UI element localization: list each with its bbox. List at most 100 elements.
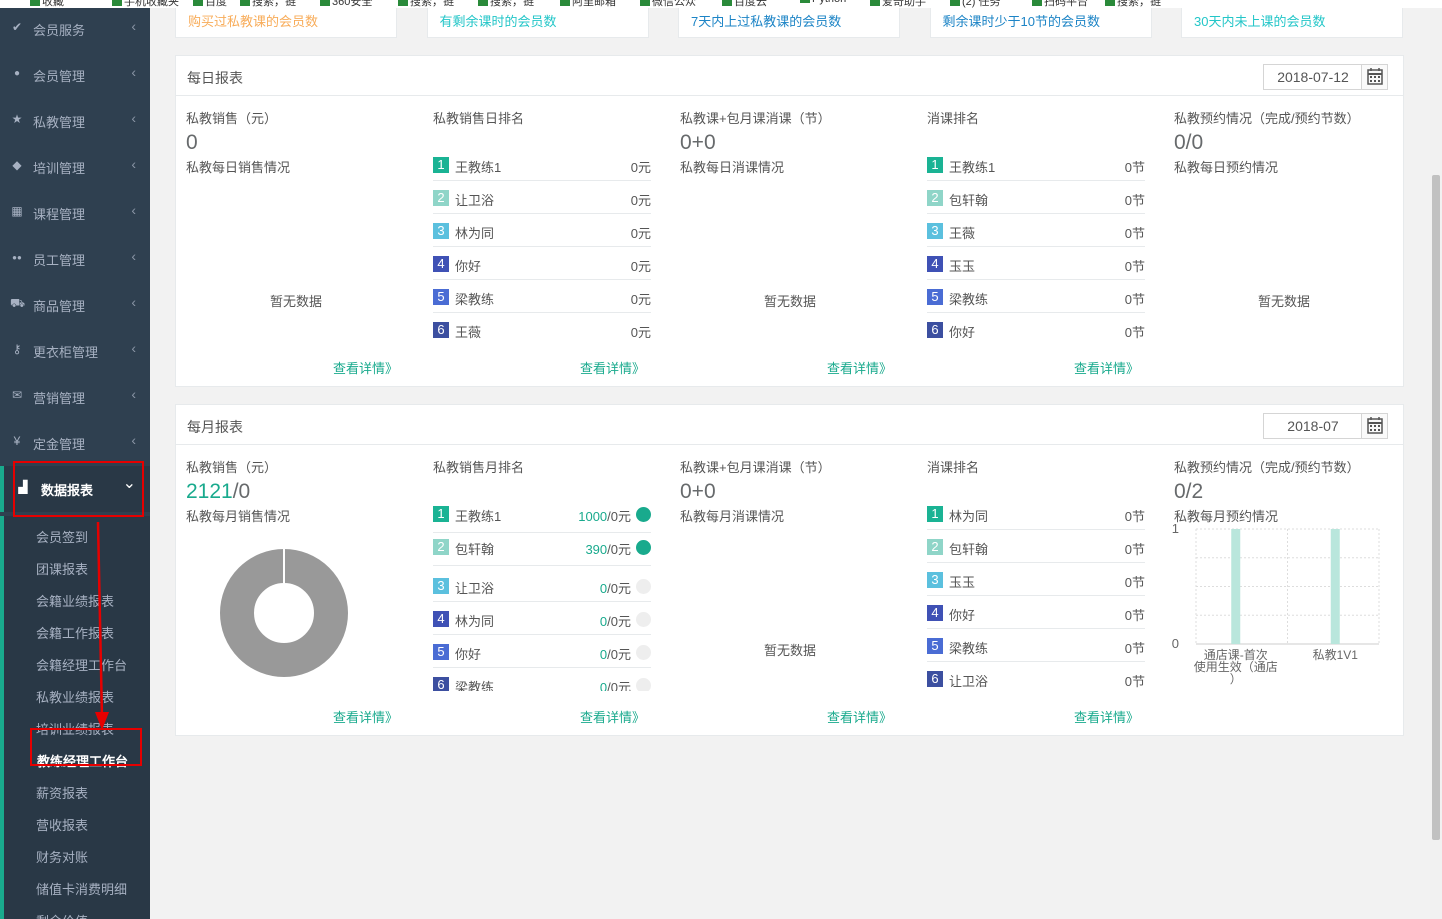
rank-number-badge: 4 [927,256,943,272]
submenu-item[interactable]: 团课报表 [36,559,88,581]
submenu-item[interactable]: 营收报表 [36,815,88,837]
sidebar-item[interactable]: ✉ 营销管理 ‹ [0,374,150,420]
bookmark-label: 微信公众 [652,0,696,8]
bookmark-item[interactable]: 收藏 [30,0,64,8]
bookmark-label: 爱奇助手 [882,0,926,8]
daily-consume-detail-link[interactable]: 查看详情》 [827,358,892,377]
sidebar-item[interactable]: ¥ 定金管理 ‹ [0,420,150,466]
bookmark-item[interactable]: 手机收藏夹 [112,0,179,8]
submenu-item[interactable]: 教练经理工作台 [37,751,128,773]
monthly-sales-rank-detail-link[interactable]: 查看详情》 [580,707,645,726]
monthly-consume-rank-detail-link[interactable]: 查看详情》 [1074,707,1139,726]
rank-row: 6 王薇 0元 [433,313,651,346]
rank-row: 5 梁教练 0节 [927,280,1145,313]
sidebar-item-label: 会员管理 [33,69,86,84]
monthly-sales-value-rest: /0 [232,480,251,503]
bookmark-item[interactable]: 搜索，链 [398,0,454,8]
bookmark-item[interactable]: Python [800,0,846,5]
rank-number-badge: 5 [433,644,449,660]
bookmark-item[interactable]: 360安全 [320,0,372,8]
daily-consume-rank-detail-link[interactable]: 查看详情》 [1074,358,1139,377]
monthly-consume-col: 私教课+包月课消课（节） 0+0 私教每月消课情况 暂无数据 查看详情》 [670,445,917,740]
rank-name: 梁教练 [949,641,989,656]
rank-row: 5 梁教练 0元 [433,280,651,313]
rank-number-badge: 3 [927,572,943,588]
submenu-item[interactable]: 会籍经理工作台 [36,655,127,677]
scrollbar-thumb[interactable] [1432,175,1440,840]
monthly-date-picker[interactable]: 2018-07 [1263,413,1388,439]
sidebar-item[interactable]: ✔ 会员服务 ‹ [0,8,150,52]
calendar-icon[interactable] [1361,65,1387,89]
rank-name: 王薇 [455,325,482,340]
sidebar-item[interactable]: ▦ 课程管理 ‹ [0,190,150,236]
submenu-item[interactable]: 薪资报表 [36,783,88,805]
summary-card-label: 30天内未上课的会员数 [1194,14,1326,29]
sidebar-item[interactable]: ●● 员工管理 ‹ [0,236,150,282]
monthly-sales-detail-link[interactable]: 查看详情》 [333,707,398,726]
sidebar-item[interactable]: ⛟ 商品管理 ‹ [0,282,150,328]
bookmark-item[interactable]: 搜索，链 [1105,0,1161,8]
bookmark-item[interactable]: 扫码平台 [1032,0,1088,8]
user-icon: ● [13,68,21,79]
bookmark-item[interactable]: 搜索，链 [478,0,534,8]
submenu-item[interactable]: 培训业绩报表 [36,719,114,741]
summary-card-label: 购买过私教课的会员数 [188,14,319,29]
submenu-item[interactable]: 会籍工作报表 [36,623,114,645]
monthly-consume-detail-link[interactable]: 查看详情》 [827,707,892,726]
daily-date-picker[interactable]: 2018-07-12 [1263,64,1388,90]
submenu-item[interactable]: 剩余价值 [36,911,88,919]
rank-value-rest: /0元 [607,509,631,524]
summary-card-label: 有剩余课时的会员数 [439,14,557,29]
rank-row: 3 让卫浴 0/0元 [433,569,651,602]
rank-number-badge: 4 [433,611,449,627]
bookmark-item[interactable]: 微信公众 [640,0,696,8]
submenu-item[interactable]: 储值卡消费明细 [36,879,127,901]
chevron-left-icon: ‹ [131,294,136,310]
rank-value-rest: /0元 [607,647,631,662]
bookmark-item[interactable]: 阿里邮箱 [560,0,616,8]
rank-name: 梁教练 [455,292,495,307]
rank-value: 0/0元 [600,578,631,597]
sidebar-item[interactable]: ★ 私教管理 ‹ [0,98,150,144]
rank-value: 0元 [630,160,651,175]
submenu-item[interactable]: 会员签到 [36,527,88,549]
rank-number-badge: 6 [433,322,449,338]
bookmark-label: 收藏 [42,0,64,8]
bookmark-item[interactable]: (2) 任务 [950,0,1001,8]
monthly-consume-sub: 私教每月消课情况 [680,509,785,524]
bookmark-item[interactable]: 百度云 [722,0,767,8]
rank-value: 0元 [630,325,651,340]
sidebar-item-label: 更衣柜管理 [33,345,99,360]
monthly-report-title: 每月报表 [187,419,243,435]
chevron-down-icon: ⌄ [122,475,136,492]
rank-value: 1000/0元 [578,506,631,525]
daily-sales-rank-detail-link[interactable]: 查看详情》 [580,358,645,377]
rank-number-badge: 2 [433,190,449,206]
daily-booking-sub: 私教每日预约情况 [1174,160,1279,175]
sidebar-item[interactable]: ⚷ 更衣柜管理 ‹ [0,328,150,374]
status-dot [636,645,651,660]
status-dot [636,678,651,691]
bookmark-item[interactable]: 爱奇助手 [870,0,926,8]
sidebar-item-label: 定金管理 [33,437,86,452]
submenu-item[interactable]: 会籍业绩报表 [36,591,114,613]
submenu-item[interactable]: 财务对账 [36,847,88,869]
daily-consume-sub: 私教每日消课情况 [680,160,785,175]
sidebar-item[interactable]: ▟ 数据报表 ⌄ [0,466,150,512]
bookmark-item[interactable]: 百度 [193,0,227,8]
daily-sales-value: 0 [186,131,198,154]
submenu-item[interactable]: 私教业绩报表 [36,687,114,709]
daily-report-title: 每日报表 [187,70,243,86]
daily-report-header: 每日报表 2018-07-12 [176,56,1403,96]
rank-value: 0节 [1124,325,1145,340]
sidebar-item[interactable]: ● 会员管理 ‹ [0,52,150,98]
daily-sales-detail-link[interactable]: 查看详情》 [333,358,398,377]
rank-row: 1 王教练1 1000/0元 [433,497,651,533]
rank-value: 0节 [1124,160,1145,175]
bookmark-item[interactable]: 搜索，链 [240,0,296,8]
calendar-icon[interactable] [1361,414,1387,438]
page-scrollbar[interactable] [1430,0,1442,919]
sidebar-item[interactable]: ◆ 培训管理 ‹ [0,144,150,190]
rank-row: 6 让卫浴 0节 [927,662,1145,695]
rank-name: 包轩翰 [455,542,495,557]
